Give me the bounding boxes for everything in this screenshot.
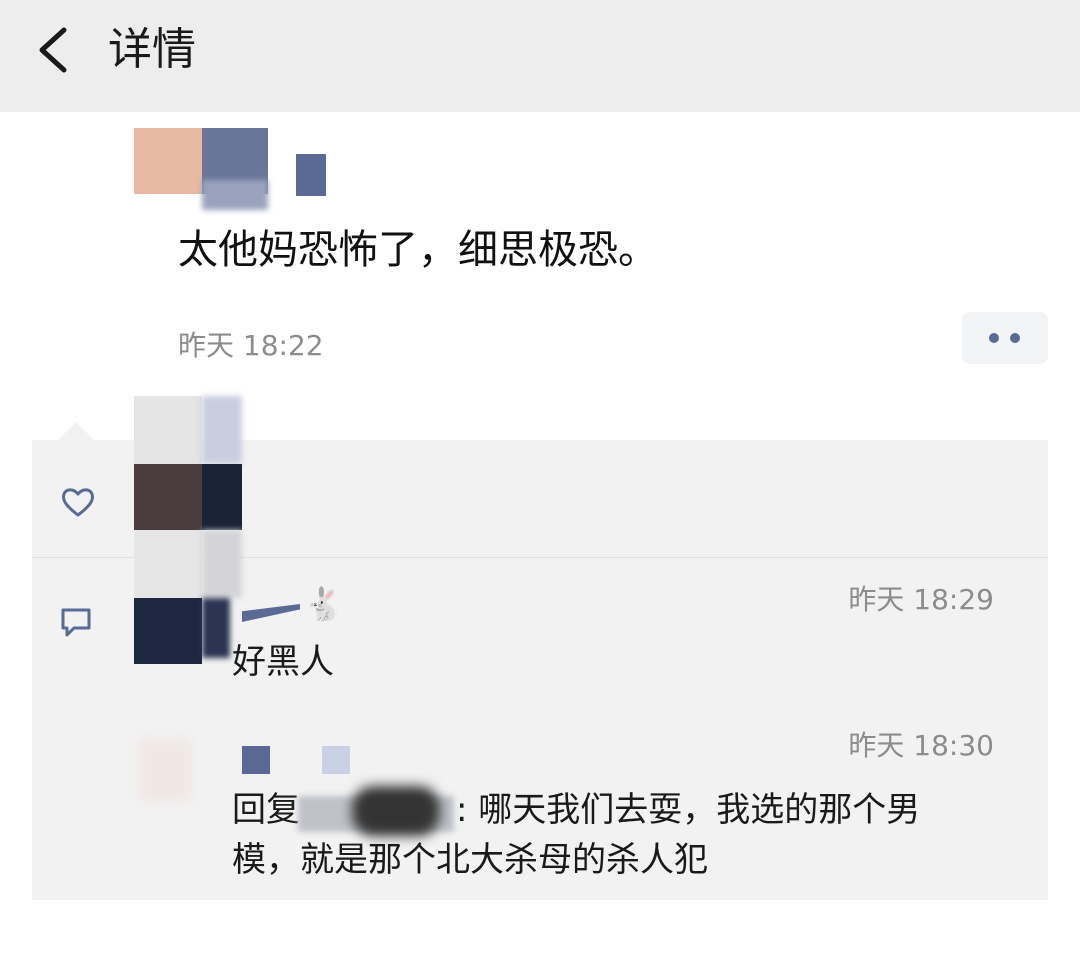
comment-text: : 哪天我们去耍，我选的那个男 [456,790,921,830]
comment-icon [58,604,94,640]
post-author-name[interactable] [296,154,326,196]
avatar-mosaic-cell [134,128,202,194]
avatar-mosaic-cell [202,180,268,210]
avatar-mosaic-cell [202,530,242,598]
avatar-mosaic-cell [202,598,230,658]
page-title: 详情 [108,24,196,75]
comment-author-name-mosaic [322,746,350,774]
comment-timestamp: 昨天 18:30 [848,729,994,762]
comment-text: 好黑人 [232,642,334,682]
post-text: 太他妈恐怖了，细思极恐。 [178,227,658,273]
comment-author-name[interactable] [242,746,270,774]
avatar-mosaic-cell [134,530,202,598]
avatar-mosaic-cell [134,396,202,464]
top-bar: 详情 [0,0,1080,112]
rabbit-emoji: 🐇 [304,585,344,623]
chevron-left-icon [39,27,67,73]
post-timestamp: 昨天 18:22 [178,329,324,362]
avatar-mosaic-cell [202,396,242,464]
reply-target-name-blur [352,786,440,836]
comment-avatar[interactable] [140,740,190,800]
back-button[interactable] [30,22,80,78]
more-button[interactable] [962,312,1048,364]
comment-text-continued: 模，就是那个北大杀母的杀人犯 [232,840,708,880]
avatar-mosaic-cell [134,464,202,530]
avatar-mosaic-cell [202,464,242,530]
avatar-mosaic-cell [134,598,202,664]
heart-icon [58,482,98,522]
comment-timestamp: 昨天 18:29 [848,583,994,616]
panel-pointer [58,422,94,440]
reply-prefix: 回复 [232,790,300,830]
